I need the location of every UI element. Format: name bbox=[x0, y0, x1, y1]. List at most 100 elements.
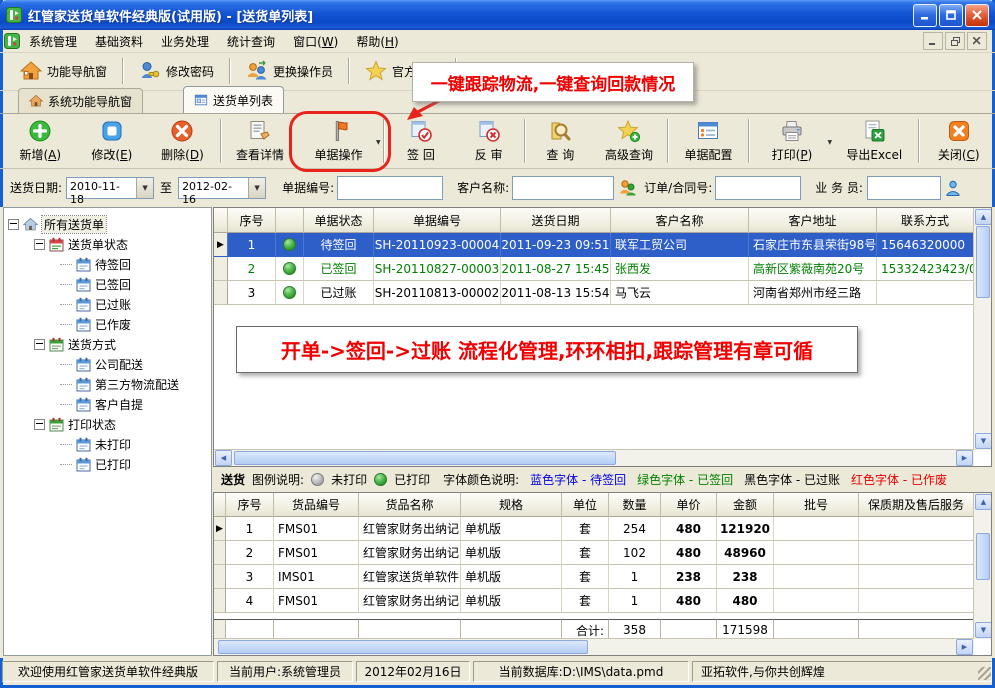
expander-icon[interactable] bbox=[8, 219, 19, 230]
order-row[interactable]: ▶1待签回SH-20110923-000042011-09-23 09:51联军… bbox=[214, 233, 991, 257]
order-row[interactable]: 2已签回SH-20110827-000032011-08-27 15:45张西发… bbox=[214, 257, 991, 281]
item-row[interactable]: 2FMS01红管家财务出纳记单机版套10248048960 bbox=[214, 541, 991, 565]
order-no-input[interactable] bbox=[715, 176, 801, 200]
order-row[interactable]: 3已过账SH-20110813-000022011-08-13 15:54马飞云… bbox=[214, 281, 991, 305]
tree-item[interactable]: 待签回 bbox=[4, 254, 211, 274]
scroll-down-icon[interactable]: ▼ bbox=[975, 622, 992, 638]
column-header[interactable]: 客户名称 bbox=[611, 208, 749, 233]
toolbar-button-search[interactable]: 查 询 bbox=[528, 115, 593, 167]
toolbar-button-delete[interactable]: 删除(D) bbox=[147, 115, 218, 167]
column-header[interactable] bbox=[214, 208, 228, 233]
tree-item[interactable]: 第三方物流配送 bbox=[4, 374, 211, 394]
item-row[interactable]: 3IMS01红管家送货单软件单机版套1238238 bbox=[214, 565, 991, 589]
row-selector[interactable]: ▶ bbox=[214, 517, 226, 541]
tab-inactive[interactable]: 系统功能导航窗 bbox=[18, 88, 143, 113]
scroll-down-icon[interactable]: ▼ bbox=[975, 433, 992, 449]
menu-item[interactable]: 系统管理 bbox=[20, 31, 86, 52]
tree-item[interactable]: 已签回 bbox=[4, 274, 211, 294]
tree-item[interactable]: 送货方式 bbox=[4, 334, 211, 354]
tab-active[interactable]: 送货单列表 bbox=[183, 86, 284, 113]
tree-item[interactable]: 未打印 bbox=[4, 434, 211, 454]
toolbar-button-switch-user[interactable]: 更换操作员 bbox=[236, 56, 343, 86]
menu-item[interactable]: 统计查询 bbox=[218, 31, 284, 52]
toolbar-button-excel[interactable]: 导出Excel bbox=[832, 115, 916, 167]
menu-item[interactable]: 窗口(W) bbox=[284, 31, 347, 52]
minimize-button[interactable] bbox=[913, 4, 937, 27]
items-vertical-scrollbar[interactable]: ▲ ▼ bbox=[973, 493, 991, 639]
toolbar-button-password[interactable]: 修改密码 bbox=[129, 56, 224, 86]
toolbar-button-view-detail[interactable]: 查看详情 bbox=[224, 115, 297, 167]
row-selector[interactable]: ▶ bbox=[214, 233, 228, 257]
column-header[interactable]: 规格 bbox=[461, 493, 562, 517]
mdi-minimize-button[interactable] bbox=[923, 32, 943, 50]
toolbar-button-close[interactable]: 关闭(C) bbox=[922, 115, 995, 167]
mdi-close-button[interactable] bbox=[967, 32, 987, 50]
items-horizontal-scrollbar[interactable]: ▶ bbox=[214, 638, 974, 655]
row-selector[interactable] bbox=[214, 589, 226, 613]
menu-item[interactable]: 基础资料 bbox=[86, 31, 152, 52]
customer-lookup-icon[interactable] bbox=[619, 179, 636, 196]
toolbar-button-home[interactable]: 功能导航窗 bbox=[10, 56, 117, 86]
orders-vertical-scrollbar[interactable]: ▲ ▼ bbox=[973, 208, 991, 450]
scroll-right-icon[interactable]: ▶ bbox=[956, 639, 973, 655]
tree-item[interactable]: 所有送货单 bbox=[4, 214, 211, 234]
column-header[interactable]: 序号 bbox=[228, 208, 276, 233]
tree-item[interactable]: 已过账 bbox=[4, 294, 211, 314]
column-header[interactable]: 客户地址 bbox=[749, 208, 877, 233]
tree-item[interactable]: 打印状态 bbox=[4, 414, 211, 434]
scroll-right-icon[interactable]: ▶ bbox=[956, 450, 973, 466]
tree-item[interactable]: 客户自提 bbox=[4, 394, 211, 414]
expander-icon[interactable] bbox=[34, 239, 45, 250]
date-to-combo[interactable]: 2012-02-16 ▼ bbox=[178, 177, 266, 199]
column-header[interactable]: 金额 bbox=[717, 493, 774, 517]
close-button[interactable] bbox=[965, 4, 989, 27]
toolbar-button-edit[interactable]: 修改(E) bbox=[77, 115, 148, 167]
menu-item[interactable]: 帮助(H) bbox=[347, 31, 407, 52]
column-header[interactable]: 单位 bbox=[562, 493, 609, 517]
column-header[interactable]: 货品名称 bbox=[359, 493, 461, 517]
row-selector[interactable] bbox=[214, 257, 228, 281]
scrollbar-thumb[interactable] bbox=[234, 451, 616, 465]
toolbar-button-print[interactable]: 打印(P)▼ bbox=[752, 115, 832, 167]
scroll-left-icon[interactable]: ◀ bbox=[215, 450, 232, 466]
column-header[interactable]: 单价 bbox=[661, 493, 717, 517]
toolbar-button-reject[interactable]: 反 审 bbox=[455, 115, 522, 167]
maximize-button[interactable] bbox=[939, 4, 963, 27]
column-header[interactable]: 送货日期 bbox=[501, 208, 611, 233]
column-header[interactable]: 单据状态 bbox=[304, 208, 374, 233]
column-header[interactable]: 数量 bbox=[609, 493, 661, 517]
scrollbar-thumb[interactable] bbox=[218, 640, 588, 654]
expander-icon[interactable] bbox=[34, 339, 45, 350]
doc-no-input[interactable] bbox=[337, 176, 443, 200]
menu-item[interactable]: 业务处理 bbox=[152, 31, 218, 52]
toolbar-button-add[interactable]: 新增(A) bbox=[4, 115, 77, 167]
chevron-down-icon[interactable]: ▼ bbox=[136, 178, 153, 198]
item-row[interactable]: 4FMS01红管家财务出纳记单机版套1480480 bbox=[214, 589, 991, 613]
column-header[interactable]: 单据编号 bbox=[374, 208, 501, 233]
column-header[interactable] bbox=[276, 208, 304, 233]
column-header[interactable]: 联系方式 bbox=[877, 208, 974, 233]
row-selector[interactable] bbox=[214, 541, 226, 565]
scroll-up-icon[interactable]: ▲ bbox=[975, 209, 992, 225]
tree-item[interactable]: 送货单状态 bbox=[4, 234, 211, 254]
date-from-combo[interactable]: 2010-11-18 ▼ bbox=[66, 177, 154, 199]
tree-item[interactable]: 已作废 bbox=[4, 314, 211, 334]
orders-horizontal-scrollbar[interactable]: ◀ ▶ bbox=[214, 449, 974, 466]
mdi-restore-button[interactable] bbox=[945, 32, 965, 50]
scroll-up-icon[interactable]: ▲ bbox=[975, 494, 992, 510]
column-header[interactable] bbox=[214, 493, 226, 517]
toolbar-button-config[interactable]: 单据配置 bbox=[671, 115, 746, 167]
column-header[interactable]: 序号 bbox=[226, 493, 274, 517]
column-header[interactable]: 批号 bbox=[774, 493, 859, 517]
tree-item[interactable]: 已打印 bbox=[4, 454, 211, 474]
salesman-input[interactable] bbox=[867, 176, 941, 200]
resize-grip[interactable] bbox=[978, 667, 991, 680]
salesman-lookup-icon[interactable] bbox=[945, 180, 961, 196]
scrollbar-thumb[interactable] bbox=[976, 533, 990, 580]
toolbar-button-sign-back[interactable]: 签 回 bbox=[387, 115, 456, 167]
column-header[interactable]: 保质期及售后服务 bbox=[859, 493, 974, 517]
toolbar-button-adv-search[interactable]: 高级查询 bbox=[593, 115, 666, 167]
item-row[interactable]: ▶1FMS01红管家财务出纳记单机版套254480121920 bbox=[214, 517, 991, 541]
chevron-down-icon[interactable]: ▼ bbox=[248, 178, 265, 198]
customer-input[interactable] bbox=[512, 176, 614, 200]
